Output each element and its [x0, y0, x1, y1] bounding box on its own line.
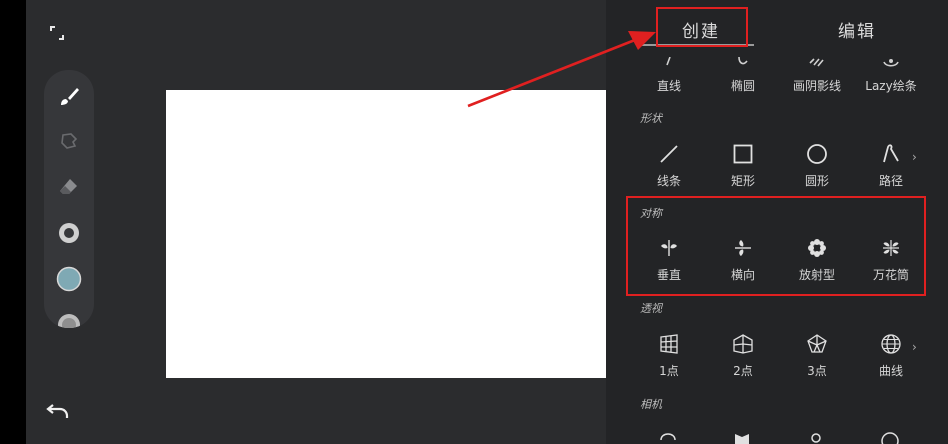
brush-size-icon[interactable] — [54, 218, 84, 248]
tool-item-label: 直线 — [656, 79, 681, 93]
tool-item-one-point-perspective[interactable]: 1点 — [632, 332, 706, 392]
camera-item-icon[interactable] — [730, 428, 754, 444]
shape-more-chevron-icon[interactable]: › — [912, 150, 917, 164]
line-icon — [657, 142, 681, 166]
tool-item-ellipse[interactable]: 椭圆 — [706, 47, 780, 107]
rectangle-icon — [731, 142, 755, 166]
create-panel: 创建 编辑 直线 椭圆 画阴影线 Lazy绘条 形状 线条 矩形 圆形 路径 ›… — [606, 0, 948, 444]
tool-item-label: 椭圆 — [730, 79, 755, 93]
tool-item-label: 圆形 — [804, 174, 829, 188]
camera-item-icon[interactable] — [878, 428, 902, 444]
one-point-perspective-icon — [657, 332, 681, 356]
tool-item-label: Lazy绘条 — [865, 79, 917, 93]
tool-item-label: 2点 — [733, 364, 753, 378]
two-point-perspective-icon — [731, 332, 755, 356]
tool-item-rectangle[interactable]: 矩形 — [706, 142, 780, 202]
ellipse-icon — [731, 52, 755, 76]
tool-item-line[interactable]: 线条 — [632, 142, 706, 202]
tab-create-highlight-box — [656, 7, 748, 47]
undo-icon[interactable] — [46, 400, 70, 422]
section-title-perspective: 透视 — [640, 302, 662, 315]
kaleidoscope-icon — [879, 236, 903, 260]
horizontal-symmetry-icon — [731, 236, 755, 260]
circle-icon — [805, 142, 829, 166]
tool-item-hatch[interactable]: 画阴影线 — [780, 47, 854, 107]
tool-item-lazy-stroke[interactable]: Lazy绘条 — [854, 47, 928, 107]
tool-item-path[interactable]: 路径 — [854, 142, 928, 202]
tool-item-circle[interactable]: 圆形 — [780, 142, 854, 202]
app-root: 创建 编辑 直线 椭圆 画阴影线 Lazy绘条 形状 线条 矩形 圆形 路径 ›… — [0, 0, 948, 444]
tool-item-straight-line[interactable]: 直线 — [632, 47, 706, 107]
eraser-icon[interactable] — [54, 172, 84, 202]
tool-item-label: 矩形 — [730, 174, 755, 188]
straight-line-icon — [657, 52, 681, 76]
layers-icon[interactable] — [54, 310, 84, 328]
radial-symmetry-icon — [805, 236, 829, 260]
tool-item-label: 曲线 — [878, 364, 903, 378]
tool-item-label: 放射型 — [798, 268, 835, 282]
tool-item-curvilinear-perspective[interactable]: 曲线 — [854, 332, 928, 392]
fullscreen-icon[interactable] — [48, 24, 66, 42]
tool-item-label: 3点 — [807, 364, 827, 378]
color-swatch-icon[interactable] — [54, 264, 84, 294]
three-point-perspective-icon — [805, 332, 829, 356]
tool-bar — [44, 70, 94, 328]
lazy-stroke-icon — [879, 52, 903, 76]
section-title-symmetry: 对称 — [640, 207, 662, 220]
tool-item-label: 万花筒 — [872, 268, 909, 282]
tool-item-label: 线条 — [656, 174, 681, 188]
camera-item-icon[interactable] — [804, 428, 828, 444]
left-edge-strip — [0, 0, 26, 444]
tool-item-label: 1点 — [659, 364, 679, 378]
tool-item-label: 横向 — [730, 268, 755, 282]
tool-item-two-point-perspective[interactable]: 2点 — [706, 332, 780, 392]
drawing-canvas[interactable] — [166, 90, 606, 378]
perspective-more-chevron-icon[interactable]: › — [912, 340, 917, 354]
camera-item-icon[interactable] — [656, 428, 680, 444]
tool-item-kaleidoscope[interactable]: 万花筒 — [854, 236, 928, 296]
tool-item-vertical-symmetry[interactable]: 垂直 — [632, 236, 706, 296]
tool-item-three-point-perspective[interactable]: 3点 — [780, 332, 854, 392]
path-icon — [879, 142, 903, 166]
tool-item-radial-symmetry[interactable]: 放射型 — [780, 236, 854, 296]
hatch-icon — [805, 52, 829, 76]
section-title-shape: 形状 — [640, 112, 662, 125]
vertical-symmetry-icon — [657, 236, 681, 260]
curvilinear-perspective-icon — [879, 332, 903, 356]
tab-edit[interactable]: 编辑 — [812, 14, 902, 44]
brush-icon[interactable] — [54, 82, 84, 112]
smudge-icon[interactable] — [54, 126, 84, 156]
tool-item-label: 路径 — [878, 174, 903, 188]
tool-item-label: 垂直 — [656, 268, 681, 282]
tool-item-horizontal-symmetry[interactable]: 横向 — [706, 236, 780, 296]
tool-item-label: 画阴影线 — [792, 79, 841, 93]
section-title-camera: 相机 — [640, 398, 662, 411]
